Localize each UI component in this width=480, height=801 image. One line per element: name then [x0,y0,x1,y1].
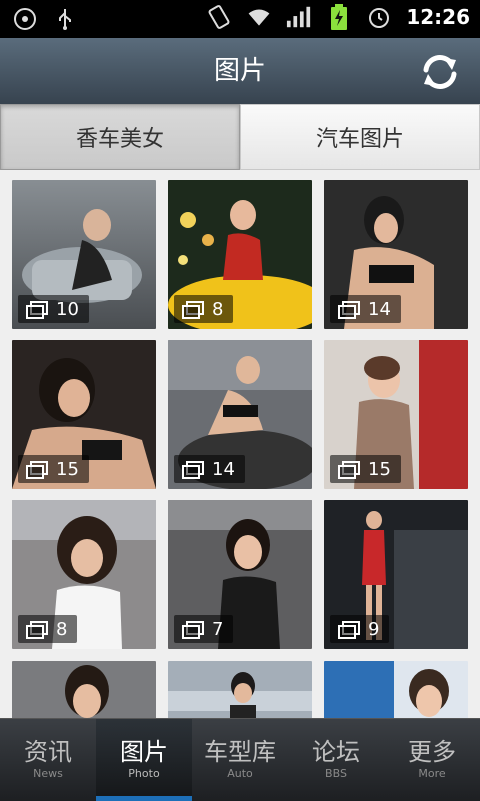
tab-car-models[interactable]: 香车美女 [0,104,240,170]
nav-label: 论坛 [312,738,360,766]
gallery-tile[interactable] [12,661,156,718]
photo-count: 14 [212,458,235,480]
photo-count: 14 [368,298,391,320]
photo-count: 7 [212,618,224,640]
refresh-button[interactable] [418,50,462,94]
gallery-tile[interactable]: 15 [12,340,156,489]
gallery-tile[interactable]: 9 [324,500,468,649]
battery-charging-icon [326,4,352,30]
nav-sublabel: News [33,767,63,780]
album-stack-icon [26,301,48,319]
photo-count: 15 [56,458,79,480]
gallery-tile[interactable]: 10 [12,180,156,329]
nav-label: 车型库 [204,738,276,766]
gallery-tile[interactable] [168,661,312,718]
tab-label: 汽车图片 [315,127,404,152]
photo-count-badge: 8 [174,295,234,323]
gallery-tile[interactable]: 14 [168,340,312,489]
nav-sublabel: Photo [128,767,160,780]
album-stack-icon [182,461,204,479]
photo-count: 10 [56,298,79,320]
album-stack-icon [26,621,48,639]
album-stack-icon [26,461,48,479]
album-stack-icon [338,301,360,319]
page-title: 图片 [213,56,266,86]
signal-icon [286,4,312,30]
nav-more[interactable]: 更多 More [384,719,480,801]
photo-count-badge: 15 [18,455,89,483]
nav-sublabel: More [418,767,446,780]
photo-gallery: 10 8 14 15 14 15 8 7 9 [0,170,480,718]
gallery-photo [324,661,468,718]
nav-label: 资讯 [24,738,72,766]
refresh-icon [418,55,462,98]
gallery-tile[interactable]: 8 [168,180,312,329]
status-bar-left [12,6,78,32]
gallery-tile[interactable] [324,661,468,718]
nav-auto[interactable]: 车型库 Auto [192,719,288,801]
album-stack-icon [182,301,204,319]
photo-count: 8 [212,298,224,320]
gallery-tile[interactable]: 14 [324,180,468,329]
wifi-icon [246,4,272,30]
album-stack-icon [338,461,360,479]
photo-count-badge: 7 [174,615,234,643]
nav-photo[interactable]: 图片 Photo [96,719,192,801]
sub-tabs: 香车美女 汽车图片 [0,104,480,170]
tab-label: 香车美女 [75,127,164,152]
gallery-photo [12,661,156,718]
nav-label: 图片 [120,738,168,766]
photo-count: 15 [368,458,391,480]
nav-label: 更多 [408,738,456,766]
photo-count-badge: 8 [18,615,78,643]
photo-count-badge: 14 [174,455,245,483]
vibrate-icon [206,4,232,30]
photo-count-badge: 15 [330,455,401,483]
gallery-tile[interactable]: 8 [12,500,156,649]
photo-count: 8 [56,618,68,640]
photo-count-badge: 9 [330,615,390,643]
album-stack-icon [338,621,360,639]
photo-count: 9 [368,618,380,640]
gallery-tile[interactable]: 15 [324,340,468,489]
gallery-tile[interactable]: 7 [168,500,312,649]
nav-bbs[interactable]: 论坛 BBS [288,719,384,801]
nav-news[interactable]: 资讯 News [0,719,96,801]
photo-count-badge: 10 [18,295,89,323]
tab-car-photos[interactable]: 汽车图片 [240,104,480,170]
title-bar: 图片 [0,38,480,105]
nav-sublabel: BBS [325,767,347,780]
alarm-icon [366,4,392,30]
album-stack-icon [182,621,204,639]
status-time: 12:26 [406,5,470,29]
usb-icon [52,6,78,32]
disc-icon [12,6,38,32]
nav-sublabel: Auto [227,767,253,780]
status-bar: 12:26 [0,0,480,38]
gallery-photo [168,661,312,718]
status-bar-right: 12:26 [206,4,470,30]
photo-count-badge: 14 [330,295,401,323]
bottom-nav: 资讯 News 图片 Photo 车型库 Auto 论坛 BBS 更多 More [0,718,480,801]
